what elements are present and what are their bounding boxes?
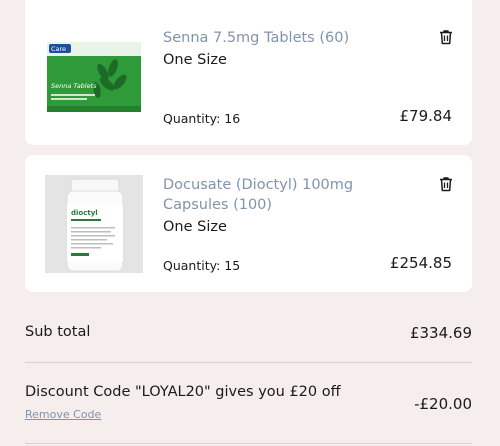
trash-icon[interactable] (439, 176, 453, 192)
pack-brand: Care (51, 45, 66, 53)
item-price: £254.85 (389, 254, 452, 272)
divider (25, 443, 472, 444)
product-image[interactable]: dioctyl (45, 175, 143, 273)
bottle-label: dioctyl (71, 209, 98, 217)
product-size: One Size (163, 52, 227, 68)
cart-item-card: dioctyl Docusate (Dioctyl) 100mg Capsule… (25, 155, 472, 292)
cart-item-card: Care Senna Tablets Senna 7.5mg Tablets (… (25, 0, 472, 145)
product-size: One Size (163, 219, 227, 235)
senna-tablets-box-image: Care Senna Tablets (45, 38, 143, 136)
discount-value: -£20.00 (414, 395, 472, 413)
product-name-link[interactable]: Docusate (Dioctyl) 100mg Capsules (100) (163, 175, 363, 215)
trash-icon[interactable] (439, 29, 453, 45)
subtotal-value: £334.69 (409, 324, 472, 342)
quantity-label: Quantity: 16 (163, 111, 241, 126)
product-name-link[interactable]: Senna 7.5mg Tablets (60) (163, 28, 363, 48)
pack-title: Senna Tablets (51, 82, 97, 90)
remove-code-link[interactable]: Remove Code (25, 408, 101, 421)
discount-label: Discount Code "LOYAL20" gives you £20 of… (25, 384, 341, 400)
product-image[interactable]: Care Senna Tablets (45, 38, 143, 136)
item-price: £79.84 (399, 107, 453, 125)
subtotal-label: Sub total (25, 324, 91, 340)
divider (25, 362, 472, 363)
dioctyl-capsules-bottle-image: dioctyl (45, 175, 143, 273)
quantity-label: Quantity: 15 (163, 258, 241, 273)
